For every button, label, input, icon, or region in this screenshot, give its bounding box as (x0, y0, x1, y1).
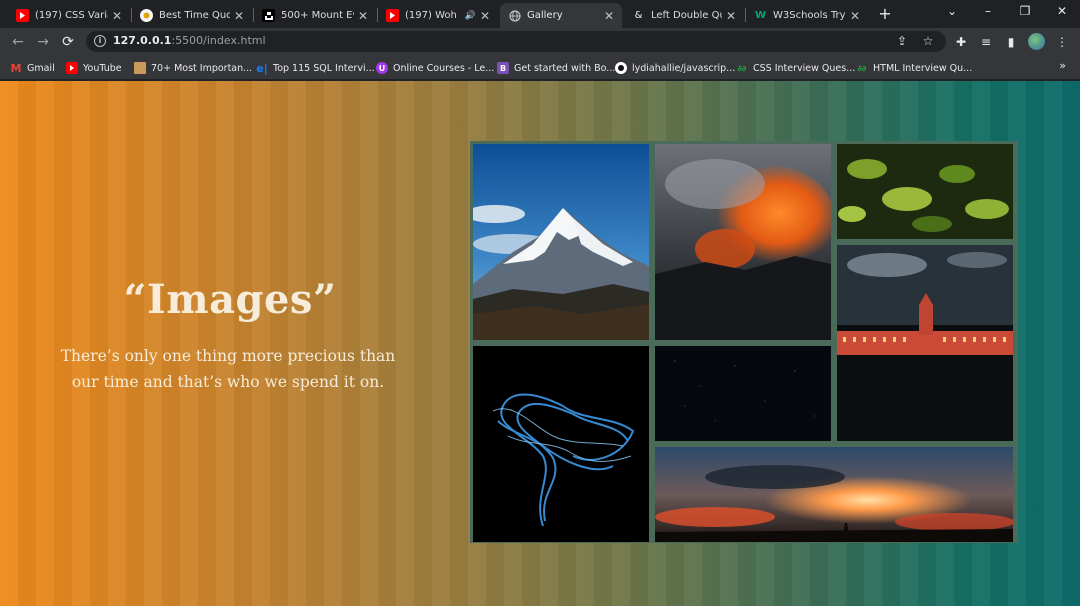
gmail-icon: M (10, 61, 22, 75)
profile-avatar[interactable] (1028, 33, 1045, 50)
tab-title: Left Double Quot (651, 10, 722, 21)
address-bar[interactable]: i 127.0.0.1:5500/index.html ⇪ ☆ (86, 31, 946, 52)
udemy-icon: U (376, 62, 388, 74)
page-title: “Images” (123, 276, 337, 323)
starry-sky-image (655, 346, 831, 441)
bookmark-label: CSS Interview Ques... (753, 62, 856, 74)
bookmark-label: Get started with Bo... (514, 62, 616, 74)
close-icon[interactable]: ✕ (480, 9, 490, 23)
tab-best-time-quotes[interactable]: Best Time Quote: ✕ (132, 3, 252, 28)
green-foliage-image (837, 144, 1013, 239)
bookmark-important[interactable]: 70+ Most Importan... (134, 60, 252, 76)
tab-title: (197) Woh La (405, 10, 461, 21)
edureka-icon: e| (256, 61, 268, 75)
bookmarks-bar: M Gmail YouTube 70+ Most Importan... e| … (0, 55, 1080, 80)
close-icon[interactable]: ✕ (234, 9, 244, 23)
bookmark-youtube[interactable]: YouTube (66, 60, 122, 76)
w3schools-icon: W (754, 10, 767, 21)
github-icon (615, 62, 627, 74)
menu-icon[interactable]: ⋮ (1054, 34, 1070, 50)
tab-mount-everest[interactable]: 500+ Mount Ever ✕ (254, 3, 376, 28)
tab-css-variables[interactable]: (197) CSS Variabl ✕ (8, 3, 130, 28)
close-icon[interactable]: ✕ (112, 9, 122, 23)
box-icon (134, 62, 146, 74)
tab-title: 500+ Mount Ever (281, 10, 354, 21)
share-icon[interactable]: ⇪ (894, 33, 910, 49)
youtube-icon (16, 9, 29, 22)
bookmark-html-interview[interactable]: ∂∂ HTML Interview Qu... (856, 60, 973, 76)
bookmark-label: Top 115 SQL Intervi... (273, 62, 375, 74)
bookmark-online-courses[interactable]: U Online Courses - Le... (376, 60, 494, 76)
bookmark-gmail[interactable]: M Gmail (10, 60, 55, 76)
bookmark-label: 70+ Most Importan... (151, 62, 253, 74)
tab-title: (197) CSS Variabl (35, 10, 108, 21)
quotes-icon (140, 9, 153, 22)
bookmark-github[interactable]: lydiahallie/javascrip... (615, 60, 735, 76)
bootstrap-icon: B (497, 62, 509, 74)
extensions-icon[interactable]: ✚ (953, 34, 969, 50)
new-tab-button[interactable]: + (876, 5, 894, 23)
speaker-icon[interactable]: 🔊 (465, 11, 476, 21)
bookmark-star-icon[interactable]: ☆ (920, 33, 936, 49)
restore-button[interactable]: ❐ (1015, 4, 1035, 18)
palace-night-image (837, 245, 1013, 441)
bookmark-label: HTML Interview Qu... (873, 62, 973, 74)
tab-woh-la[interactable]: (197) Woh La 🔊 ✕ (378, 3, 498, 28)
tab-gallery[interactable]: Gallery ✕ (500, 3, 622, 28)
bookmark-bootstrap[interactable]: B Get started with Bo... (497, 60, 615, 76)
youtube-icon (66, 62, 78, 74)
back-button[interactable]: ← (8, 32, 28, 52)
tab-title: W3Schools Tryit E (773, 10, 846, 21)
side-panel-icon[interactable]: ▮ (1003, 34, 1019, 50)
url-text[interactable]: 127.0.0.1:5500/index.html (113, 34, 266, 47)
bookmark-css-interview[interactable]: ∂∂ CSS Interview Ques... (736, 60, 856, 76)
site-info-icon[interactable]: i (94, 35, 106, 47)
interviewbit-icon: ∂∂ (737, 63, 747, 73)
symbol-icon: & (634, 10, 643, 21)
close-icon[interactable]: ✕ (850, 9, 860, 23)
tab-title: Best Time Quote: (159, 10, 230, 21)
tab-title: Gallery (527, 10, 563, 21)
url-path: :5500/index.html (171, 34, 266, 47)
unsplash-icon (262, 9, 275, 22)
page-quote: There’s only one thing more precious tha… (60, 347, 396, 391)
bookmark-label: lydiahallie/javascrip... (632, 62, 736, 74)
url-host: 127.0.0.1 (113, 34, 172, 47)
bookmark-label: Gmail (27, 62, 55, 74)
tab-strip: (197) CSS Variabl ✕ Best Time Quote: ✕ 5… (0, 0, 1080, 28)
tab-search-icon[interactable]: ⌄ (942, 4, 962, 18)
minimize-button[interactable]: – (978, 4, 998, 18)
bookmark-sql[interactable]: e| Top 115 SQL Intervi... (256, 60, 375, 76)
globe-icon (508, 9, 521, 22)
media-control-icon[interactable]: ≡ (978, 34, 994, 50)
close-icon[interactable]: ✕ (604, 9, 614, 23)
interviewbit-icon: ∂∂ (857, 63, 867, 73)
bookmark-label: YouTube (83, 62, 122, 74)
snowy-mountain-image (473, 144, 649, 340)
volcano-eruption-image (655, 144, 831, 340)
close-icon[interactable]: ✕ (358, 9, 368, 23)
youtube-icon (386, 9, 399, 22)
image-gallery-grid (470, 141, 1018, 543)
tab-left-double-quote[interactable]: & Left Double Quot ✕ (624, 3, 744, 28)
more-bookmarks-icon[interactable]: » (1059, 59, 1066, 72)
sunset-silhouette-image (655, 447, 1013, 542)
close-icon[interactable]: ✕ (726, 9, 736, 23)
forward-button[interactable]: → (33, 32, 53, 52)
browser-toolbar: ← → ⟳ i 127.0.0.1:5500/index.html ⇪ ☆ ✚ … (0, 28, 1080, 55)
gallery-page: “Images” There’s only one thing more pre… (0, 81, 1080, 606)
close-window-button[interactable]: ✕ (1052, 4, 1072, 18)
blue-smoke-image (473, 346, 649, 542)
reload-button[interactable]: ⟳ (58, 32, 78, 52)
bookmark-label: Online Courses - Le... (393, 62, 495, 74)
tab-w3schools[interactable]: W W3Schools Tryit E ✕ (746, 3, 868, 28)
